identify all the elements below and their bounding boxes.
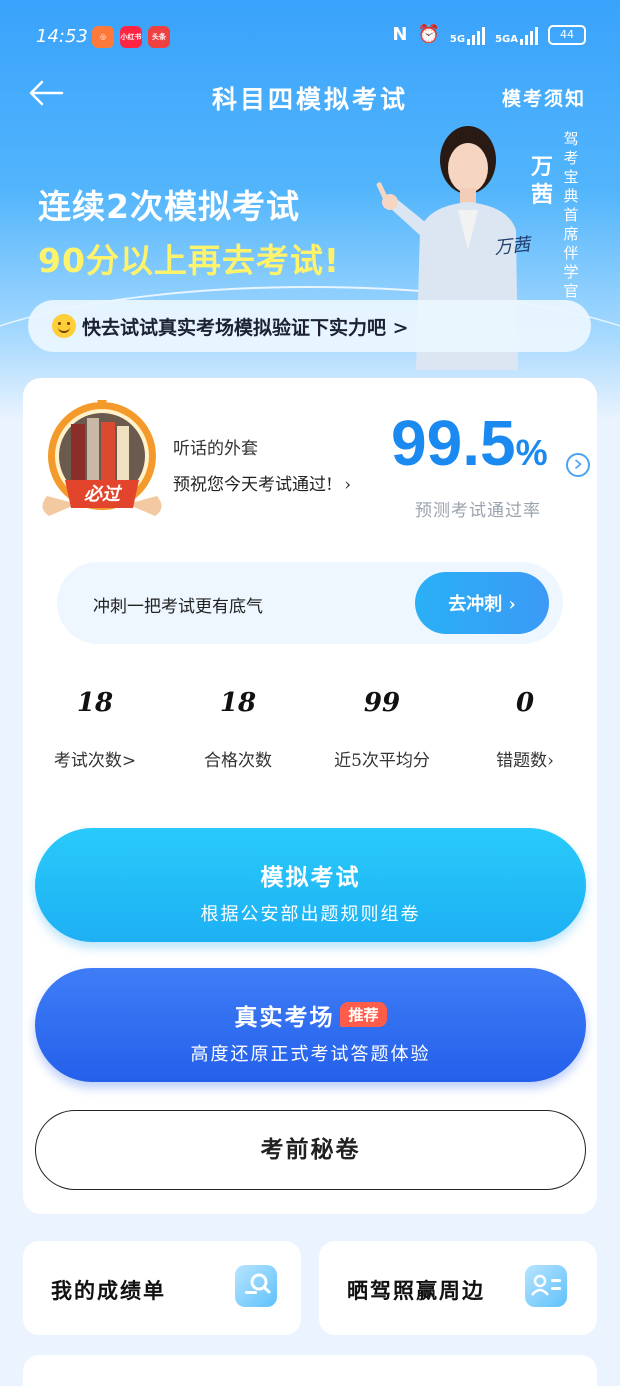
recommend-tag: 推荐 (340, 1002, 387, 1027)
pass-rate: 99.5% (391, 406, 548, 480)
report-search-icon (235, 1265, 277, 1307)
real-exam-title: 真实考场 (234, 1004, 335, 1031)
alarm-icon: ⏰ (417, 24, 440, 45)
sprint-text: 冲刺一把考试更有底气 (93, 597, 263, 617)
smile-emoji-icon (52, 314, 76, 338)
coach-signature: 万茜 (493, 234, 532, 259)
coach-title: 驾考宝典首席伴学官 (563, 130, 579, 300)
nfc-icon: N (392, 24, 408, 45)
status-right: N ⏰ 5G 5GA 44 (392, 24, 586, 45)
signal-5ga-icon: 5GA (495, 25, 538, 45)
battery-icon: 44 (548, 24, 586, 45)
rate-detail-arrow-icon[interactable] (566, 453, 590, 477)
badge-text: 必过 (84, 484, 123, 505)
license-share-shortcut[interactable]: 晒驾照赢周边 (319, 1241, 597, 1335)
report-card-shortcut[interactable]: 我的成绩单 (23, 1241, 301, 1335)
stat-average-score: 99 近5次平均分 (334, 688, 430, 771)
stat-exam-count[interactable]: 18 考试次数> (23, 688, 167, 771)
secret-paper-button[interactable]: 考前秘卷 (35, 1110, 586, 1190)
pass-rate-label: 预测考试通过率 (415, 501, 541, 521)
exam-notice-link[interactable]: 模考须知 (502, 84, 586, 111)
pass-wish[interactable]: 预祝您今天考试通过! › (173, 470, 351, 495)
status-time: 14:53 (36, 26, 88, 47)
real-exam-promo[interactable]: 快去试试真实考场模拟验证下实力吧 > (28, 300, 591, 352)
stat-pass-count: 18 合格次数 (204, 688, 272, 771)
promo-text: 快去试试真实考场模拟验证下实力吧 > (82, 316, 409, 339)
pass-rate-unit: % (515, 432, 548, 473)
signal-5g-icon: 5G (450, 25, 486, 45)
exam-card: 必过 听话的外套 预祝您今天考试通过! › 99.5% 预测考试通过率 冲刺一把… (23, 378, 597, 1214)
next-card-peek (23, 1355, 597, 1386)
real-exam-subtitle: 高度还原正式考试答题体验 (190, 1044, 431, 1065)
stat-wrong-count[interactable]: 0 错题数› (453, 688, 597, 771)
report-card-label: 我的成绩单 (51, 1278, 166, 1303)
license-share-label: 晒驾照赢周边 (347, 1278, 485, 1303)
sprint-button[interactable]: 去冲刺 › (415, 572, 549, 634)
simulate-exam-button[interactable]: 模拟考试 根据公安部出题规则组卷 (35, 828, 586, 942)
real-exam-button[interactable]: 真实考场 推荐 高度还原正式考试答题体验 (35, 968, 586, 1082)
simulate-exam-title: 模拟考试 (260, 864, 361, 891)
username: 听话的外套 (173, 439, 258, 459)
pass-rate-value: 99.5 (391, 407, 516, 479)
sprint-banner: 冲刺一把考试更有底气 去冲刺 › (57, 562, 563, 644)
pass-badge-avatar[interactable]: 必过 (37, 396, 167, 526)
xiaohongshu-icon: 小红书 (120, 26, 142, 48)
status-bar: 14:53 ◎ 小红书 头条 N ⏰ 5G 5GA 44 (0, 0, 620, 74)
hero-subheadline: 90分以上再去考试! (38, 241, 340, 280)
toutiao-icon: 头条 (148, 26, 170, 48)
id-card-icon (525, 1265, 567, 1307)
simulate-exam-subtitle: 根据公安部出题规则组卷 (200, 904, 421, 925)
app-notification-icon: ◎ (92, 26, 114, 48)
coach-name: 万茜 (530, 155, 553, 208)
chevron-right-icon: › (344, 475, 352, 495)
hero-banner: 14:53 ◎ 小红书 头条 N ⏰ 5G 5GA 44 科目四模拟考试 模考须… (0, 0, 620, 420)
hero-headline: 连续2次模拟考试 (38, 187, 300, 226)
